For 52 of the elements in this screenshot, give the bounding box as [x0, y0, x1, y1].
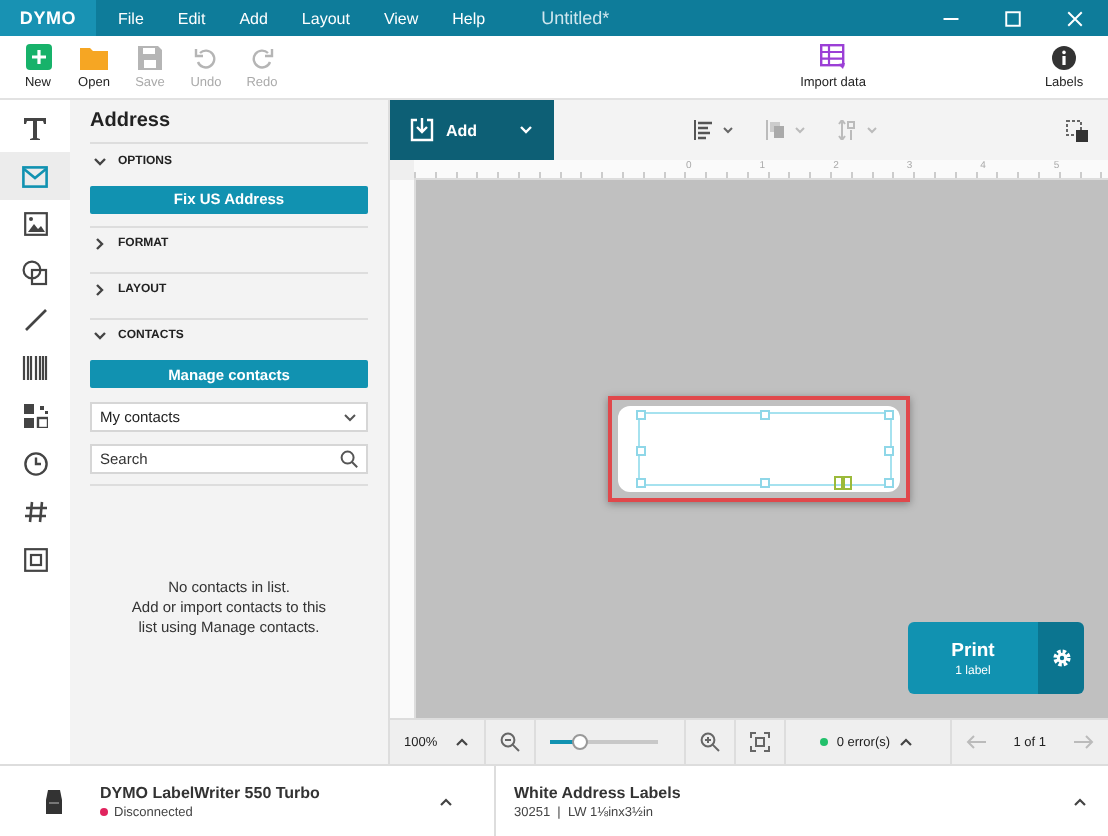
window-title: Untitled*: [541, 8, 610, 28]
plus-icon: [25, 44, 51, 70]
chevron-up-icon[interactable]: [1072, 793, 1088, 809]
zoom-out-icon[interactable]: [499, 732, 520, 752]
chevron-up-icon[interactable]: [438, 793, 454, 809]
menu-item[interactable]: Edit: [177, 9, 206, 27]
frame-icon: [23, 548, 47, 572]
info-icon: [1052, 45, 1077, 69]
menu-item[interactable]: View: [383, 9, 419, 27]
chevron-icon: [92, 328, 108, 344]
undo-icon: [194, 45, 218, 69]
redo-icon: [250, 45, 274, 69]
line-icon: [23, 308, 47, 332]
text-tool-icon: [22, 115, 48, 141]
envelope-icon: [22, 165, 48, 187]
chevron-up-icon[interactable]: [898, 734, 915, 750]
app-logo: DYMO: [0, 0, 96, 36]
zoom-in-icon[interactable]: [699, 732, 720, 752]
hash-icon: [23, 500, 47, 524]
insert-icon: [410, 118, 434, 142]
book-icon: [833, 476, 851, 490]
print-settings-button[interactable]: [1038, 622, 1084, 694]
printer-icon: [44, 789, 64, 813]
add-button[interactable]: Add: [390, 100, 554, 160]
menu-item[interactable]: Add: [239, 9, 268, 27]
chevron-icon: [92, 236, 108, 252]
label-name: White Address Labels: [514, 783, 681, 801]
close-icon[interactable]: [1066, 9, 1084, 27]
chevron-icon: [92, 282, 108, 298]
maximize-icon[interactable]: [1004, 9, 1022, 27]
settings-icon: [1051, 648, 1071, 668]
align-icon[interactable]: [694, 120, 738, 140]
menu-item[interactable]: Layout: [301, 9, 350, 27]
chevron-up-icon[interactable]: [453, 734, 470, 750]
folder-icon: [80, 45, 108, 69]
printer-name: DYMO LabelWriter 550 Turbo: [100, 783, 320, 801]
caret-icon: [518, 122, 534, 138]
menu-item[interactable]: File: [118, 9, 144, 27]
resize-icon[interactable]: [1066, 119, 1088, 141]
fit-icon[interactable]: [749, 732, 770, 752]
clock-icon: [23, 452, 47, 476]
chevron-icon: [92, 153, 108, 169]
caret-icon: [342, 409, 358, 425]
barcode-icon: [22, 356, 48, 380]
menu-item[interactable]: Help: [452, 9, 486, 27]
panel-title: Address: [90, 100, 368, 144]
image-icon: [23, 212, 47, 236]
table-icon: [820, 44, 846, 70]
qr-code-icon: [23, 404, 47, 428]
shapes-icon: [22, 259, 48, 285]
search-icon: [340, 450, 358, 468]
save-icon: [138, 45, 162, 69]
